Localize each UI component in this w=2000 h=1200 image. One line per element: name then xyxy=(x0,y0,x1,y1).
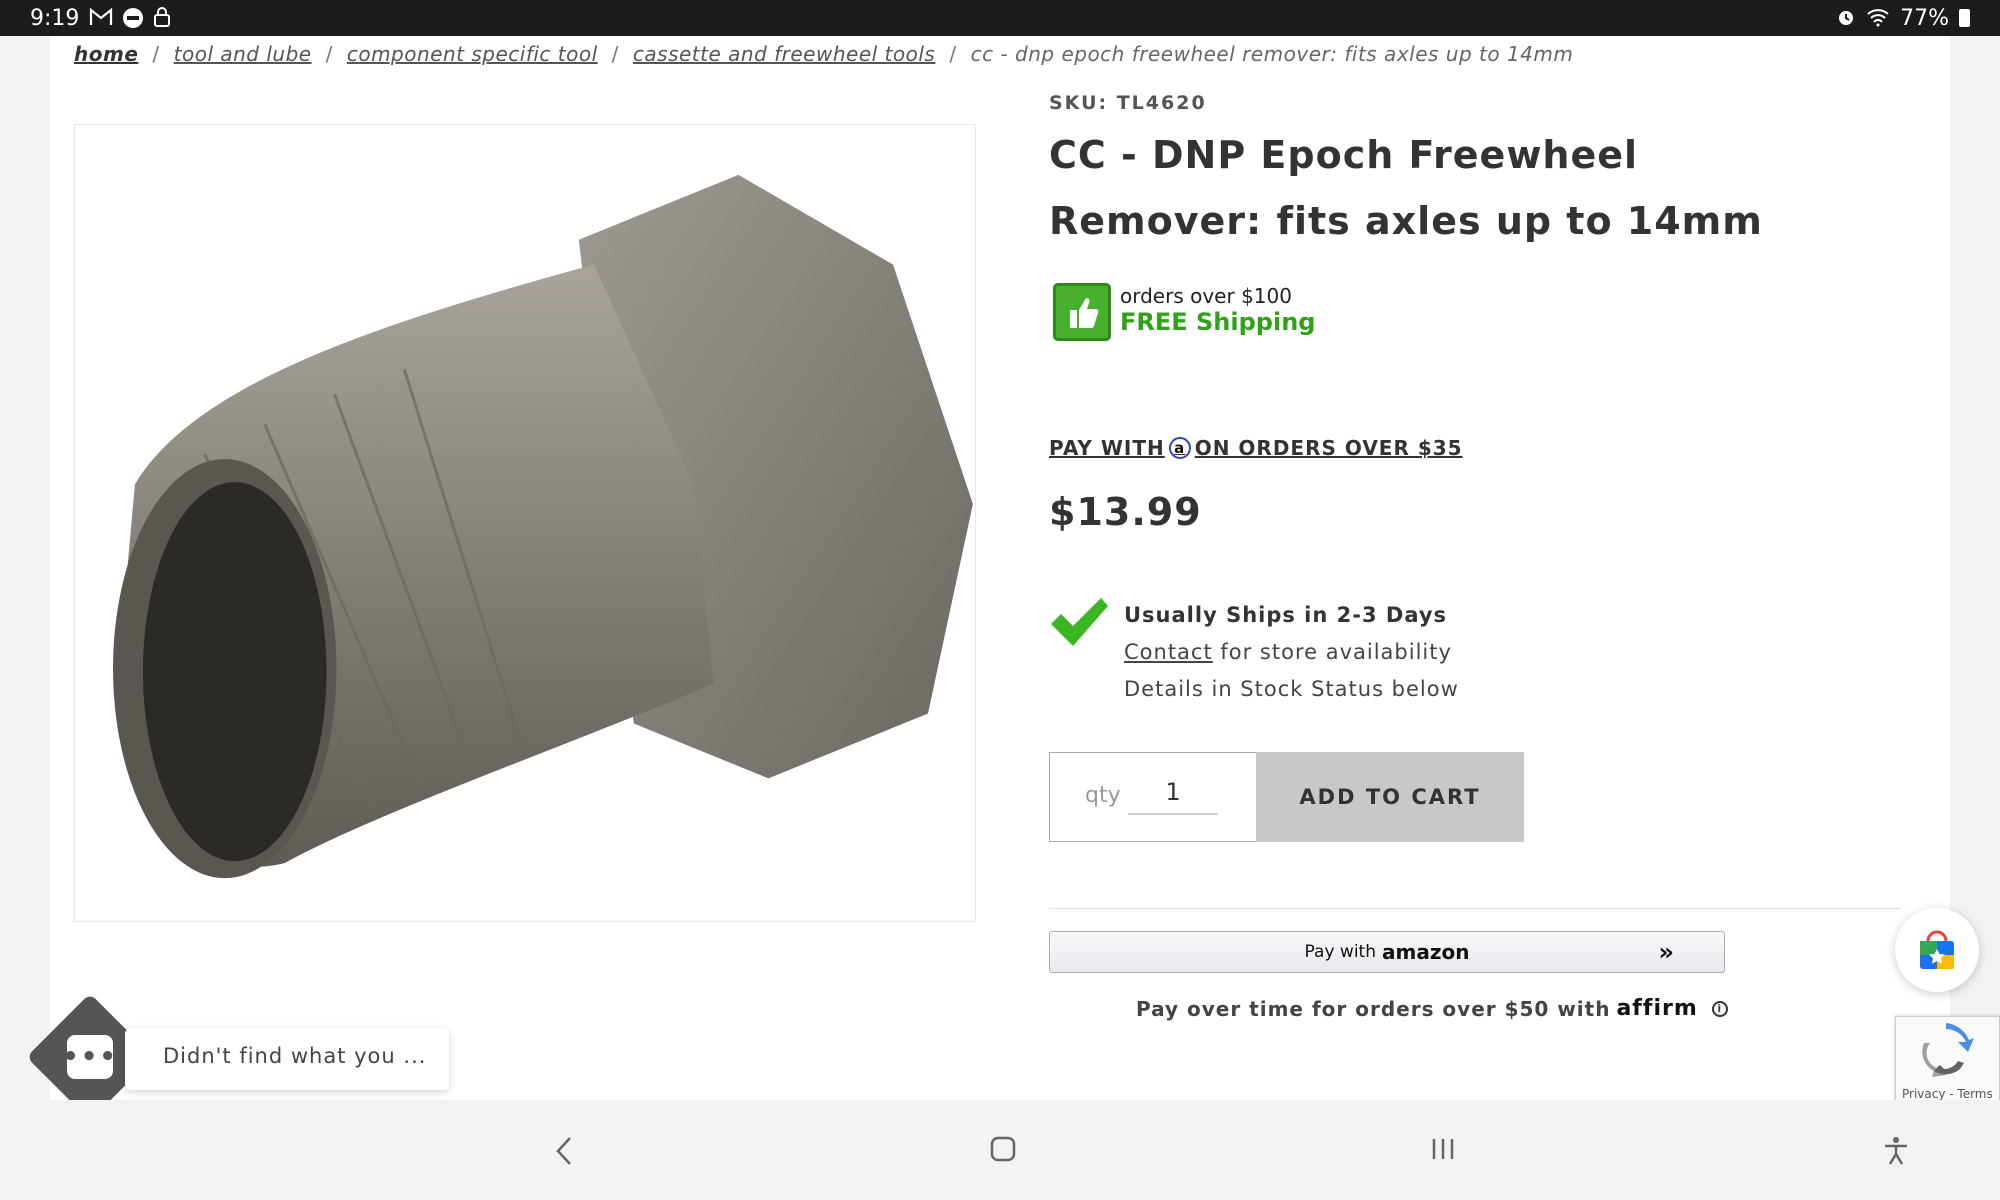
quantity-box: qty xyxy=(1049,752,1257,842)
lock-icon xyxy=(153,6,171,31)
free-shipping-line2: FREE Shipping xyxy=(1120,308,1316,336)
breadcrumb-tool-and-lube[interactable]: tool and lube xyxy=(174,42,312,66)
breadcrumb-separator: / xyxy=(949,42,957,66)
recaptcha-icon xyxy=(1922,1023,1974,1077)
pay-with-amazon-link[interactable]: PAY WITH a ON ORDERS OVER $35 xyxy=(1049,436,1463,460)
breadcrumb-separator: / xyxy=(611,42,619,66)
amazon-logo-icon: a xyxy=(1168,437,1191,459)
recaptcha-links[interactable]: Privacy - Terms xyxy=(1902,1087,1993,1101)
alarm-icon xyxy=(1836,7,1856,30)
android-nav-bar xyxy=(0,1100,2000,1200)
breadcrumb-current: cc - dnp epoch freewheel remover: fits a… xyxy=(970,42,1574,66)
chat-prompt-bubble[interactable]: Didn't find what you ... xyxy=(125,1028,449,1090)
freewheel-remover-illustration xyxy=(113,174,973,879)
wifi-icon xyxy=(1866,7,1890,30)
breadcrumb-component-specific-tool[interactable]: component specific tool xyxy=(347,42,598,66)
checkmark-icon xyxy=(1049,596,1109,648)
recent-apps-icon[interactable] xyxy=(1430,1136,1456,1166)
affirm-text: Pay over time for orders over $50 with xyxy=(1136,996,1611,1021)
battery-percent: 77% xyxy=(1900,5,1949,31)
gmail-icon xyxy=(89,7,113,30)
info-icon[interactable]: i xyxy=(1711,1000,1728,1017)
chat-icon[interactable]: ••• xyxy=(62,1035,116,1079)
add-to-cart-button[interactable]: ADD TO CART xyxy=(1256,752,1524,842)
contact-line: Contact for store availability xyxy=(1124,640,1452,664)
status-bar-right: 77% xyxy=(1836,6,1970,31)
breadcrumb-cassette-freewheel-tools[interactable]: cassette and freewheel tools xyxy=(633,42,935,66)
amazon-brand-text: amazon xyxy=(1381,940,1470,964)
breadcrumb: home / tool and lube / component specifi… xyxy=(74,36,1573,72)
ships-status: Usually Ships in 2-3 Days xyxy=(1124,603,1448,627)
affirm-line: Pay over time for orders over $50 with a… xyxy=(1136,996,1728,1021)
qty-label: qty xyxy=(1085,783,1121,808)
breadcrumb-separator: / xyxy=(325,42,333,66)
do-not-disturb-icon xyxy=(123,8,144,28)
product-image[interactable] xyxy=(74,124,976,922)
contact-rest-text: for store availability xyxy=(1212,640,1452,664)
pay-amazon-prefix: PAY WITH xyxy=(1049,436,1165,460)
free-shipping-line1: orders over $100 xyxy=(1120,284,1292,308)
sku-label: SKU: TL4620 xyxy=(1049,92,1207,114)
accessibility-icon[interactable] xyxy=(1883,1136,1909,1170)
shopping-bag-button[interactable] xyxy=(1895,908,1979,992)
status-bar-left: 9:19 xyxy=(30,6,171,31)
home-icon[interactable] xyxy=(990,1136,1016,1166)
back-icon[interactable] xyxy=(554,1136,574,1170)
quantity-input[interactable] xyxy=(1128,771,1218,815)
pay-amazon-suffix: ON ORDERS OVER $35 xyxy=(1194,436,1463,460)
affirm-logo: affirm xyxy=(1616,996,1698,1021)
battery-icon xyxy=(1959,9,1970,27)
recaptcha-badge[interactable]: Privacy - Terms xyxy=(1895,1016,2000,1106)
product-price: $13.99 xyxy=(1049,490,1202,534)
contact-link[interactable]: Contact xyxy=(1124,640,1213,664)
breadcrumb-separator: / xyxy=(152,42,160,66)
divider xyxy=(1049,908,1900,909)
status-bar: 9:19 77% xyxy=(0,0,2000,36)
breadcrumb-home[interactable]: home xyxy=(74,42,138,66)
thumbs-up-icon xyxy=(1053,283,1111,341)
stock-details-text: Details in Stock Status below xyxy=(1124,677,1459,701)
amazon-pay-button[interactable]: Pay with amazon » xyxy=(1049,931,1725,973)
product-title: CC - DNP Epoch Freewheel Remover: fits a… xyxy=(1049,133,1763,243)
status-time: 9:19 xyxy=(30,5,80,31)
shopping-bag-icon xyxy=(1920,930,1954,969)
double-chevron-icon: » xyxy=(1658,938,1674,966)
amazon-pay-with-text: Pay with xyxy=(1304,942,1376,962)
